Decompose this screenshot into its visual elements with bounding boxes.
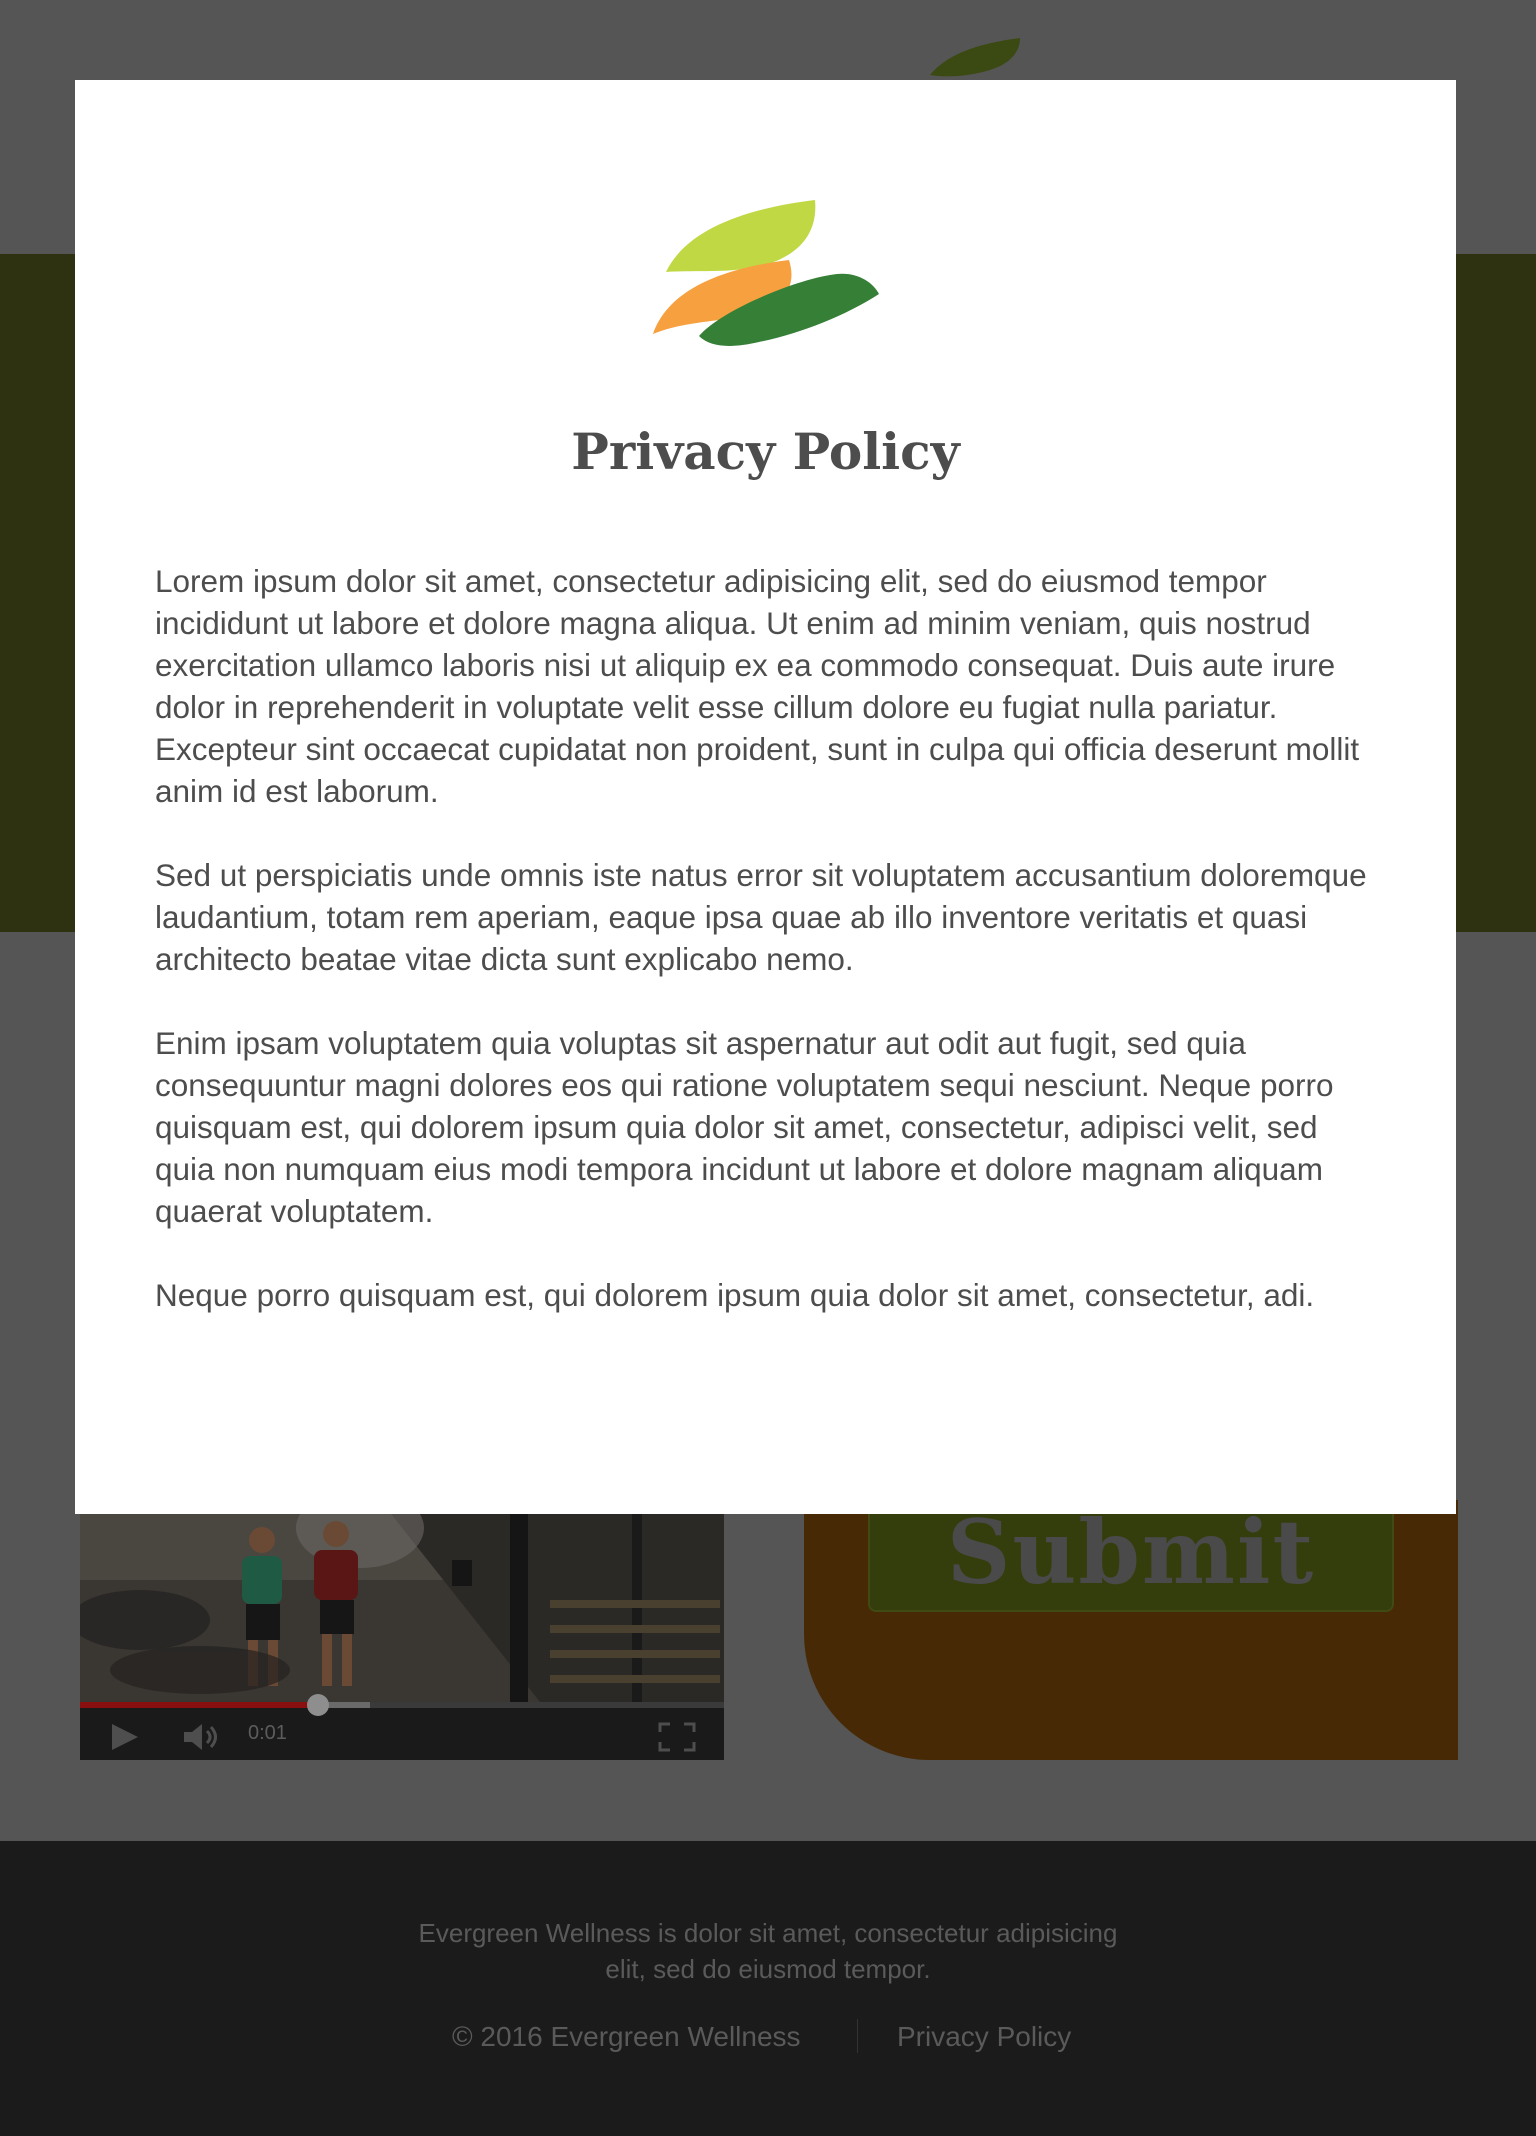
- footer-description: Evergreen Wellness is dolor sit amet, co…: [418, 1918, 1118, 1984]
- volume-icon[interactable]: [182, 1722, 222, 1752]
- submit-button-label: Submit: [946, 1500, 1316, 1604]
- policy-paragraph: Lorem ipsum dolor sit amet, consectetur …: [155, 563, 1360, 809]
- policy-paragraph: Sed ut perspiciatis unde omnis iste natu…: [155, 857, 1367, 977]
- play-icon[interactable]: [108, 1722, 142, 1752]
- footer-copyright: © 2016 Evergreen Wellness: [452, 2021, 801, 2052]
- video-frame: [80, 1500, 724, 1702]
- submit-button[interactable]: Submit: [868, 1500, 1394, 1612]
- policy-paragraph: Neque porro quisquam est, qui dolorem ip…: [155, 1277, 1315, 1313]
- video-time: 0:01: [248, 1722, 287, 1744]
- evergreen-leaf-logo-icon: [653, 200, 879, 346]
- footer-privacy-link[interactable]: Privacy Policy: [897, 2021, 1071, 2053]
- progress-track[interactable]: [80, 1694, 724, 1716]
- footer-divider: [857, 2019, 858, 2053]
- fullscreen-icon[interactable]: [658, 1722, 696, 1752]
- form-panel: Submit: [804, 1500, 1458, 1760]
- video-controls: 0:01: [80, 1694, 724, 1760]
- modal-title: Privacy Policy: [571, 422, 960, 481]
- policy-paragraph: Enim ipsam voluptatem quia voluptas sit …: [155, 1025, 1334, 1229]
- progress-played: [80, 1702, 319, 1708]
- video-player[interactable]: 0:01: [80, 1500, 724, 1760]
- site-footer: Evergreen Wellness is dolor sit amet, co…: [0, 1841, 1536, 2136]
- modal-body: Lorem ipsum dolor sit amet, consectetur …: [155, 560, 1385, 1358]
- progress-handle[interactable]: [307, 1694, 330, 1716]
- privacy-policy-modal: Privacy Policy Lorem ipsum dolor sit ame…: [75, 80, 1456, 1514]
